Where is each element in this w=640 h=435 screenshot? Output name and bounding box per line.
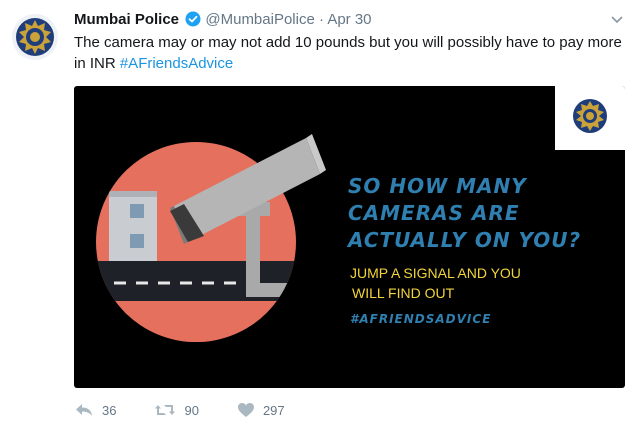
retweet-button[interactable]: 90 <box>154 402 199 418</box>
retweet-icon <box>155 405 176 415</box>
avatar[interactable] <box>12 14 58 60</box>
police-badge-icon <box>573 99 607 133</box>
image-headline-line-2: CAMERAS ARE <box>348 201 520 225</box>
caret-down-icon[interactable] <box>610 12 624 26</box>
verified-badge-icon <box>185 11 201 27</box>
image-headline-line-1: SO HOW MANY <box>348 174 528 198</box>
like-button[interactable]: 297 <box>237 402 285 418</box>
tweet-text: The camera may or may not add 10 pounds … <box>74 32 624 74</box>
reply-button[interactable]: 36 <box>74 402 116 418</box>
tweet-actions: 36 90 297 <box>74 402 323 418</box>
account-handle[interactable]: @MumbaiPolice <box>205 11 314 28</box>
image-headline-line-3: ACTUALLY ON YOU? <box>346 228 581 252</box>
police-badge-icon <box>16 18 54 56</box>
separator-dot: · <box>318 11 324 28</box>
tweet-header: Mumbai Police @MumbaiPolice · Apr 30 <box>74 10 372 30</box>
heart-icon <box>237 403 254 417</box>
reply-count: 36 <box>102 402 117 418</box>
tweet-hashtag-link[interactable]: #AFriendsAdvice <box>120 55 233 72</box>
image-subtext-line-2: WILL FIND OUT <box>352 285 455 301</box>
account-name[interactable]: Mumbai Police <box>74 11 179 28</box>
like-count: 297 <box>262 402 285 418</box>
tweet-date[interactable]: Apr 30 <box>327 11 371 28</box>
tweet-media[interactable]: SO HOW MANY CAMERAS ARE ACTUALLY ON YOU?… <box>74 86 625 388</box>
media-illustration: SO HOW MANY CAMERAS ARE ACTUALLY ON YOU?… <box>96 86 625 342</box>
image-subtext-line-1: JUMP A SIGNAL AND YOU <box>350 265 521 281</box>
image-hashtag: #AFRIENDSADVICE <box>350 312 491 326</box>
retweet-count: 90 <box>184 402 199 418</box>
reply-icon <box>76 404 92 416</box>
